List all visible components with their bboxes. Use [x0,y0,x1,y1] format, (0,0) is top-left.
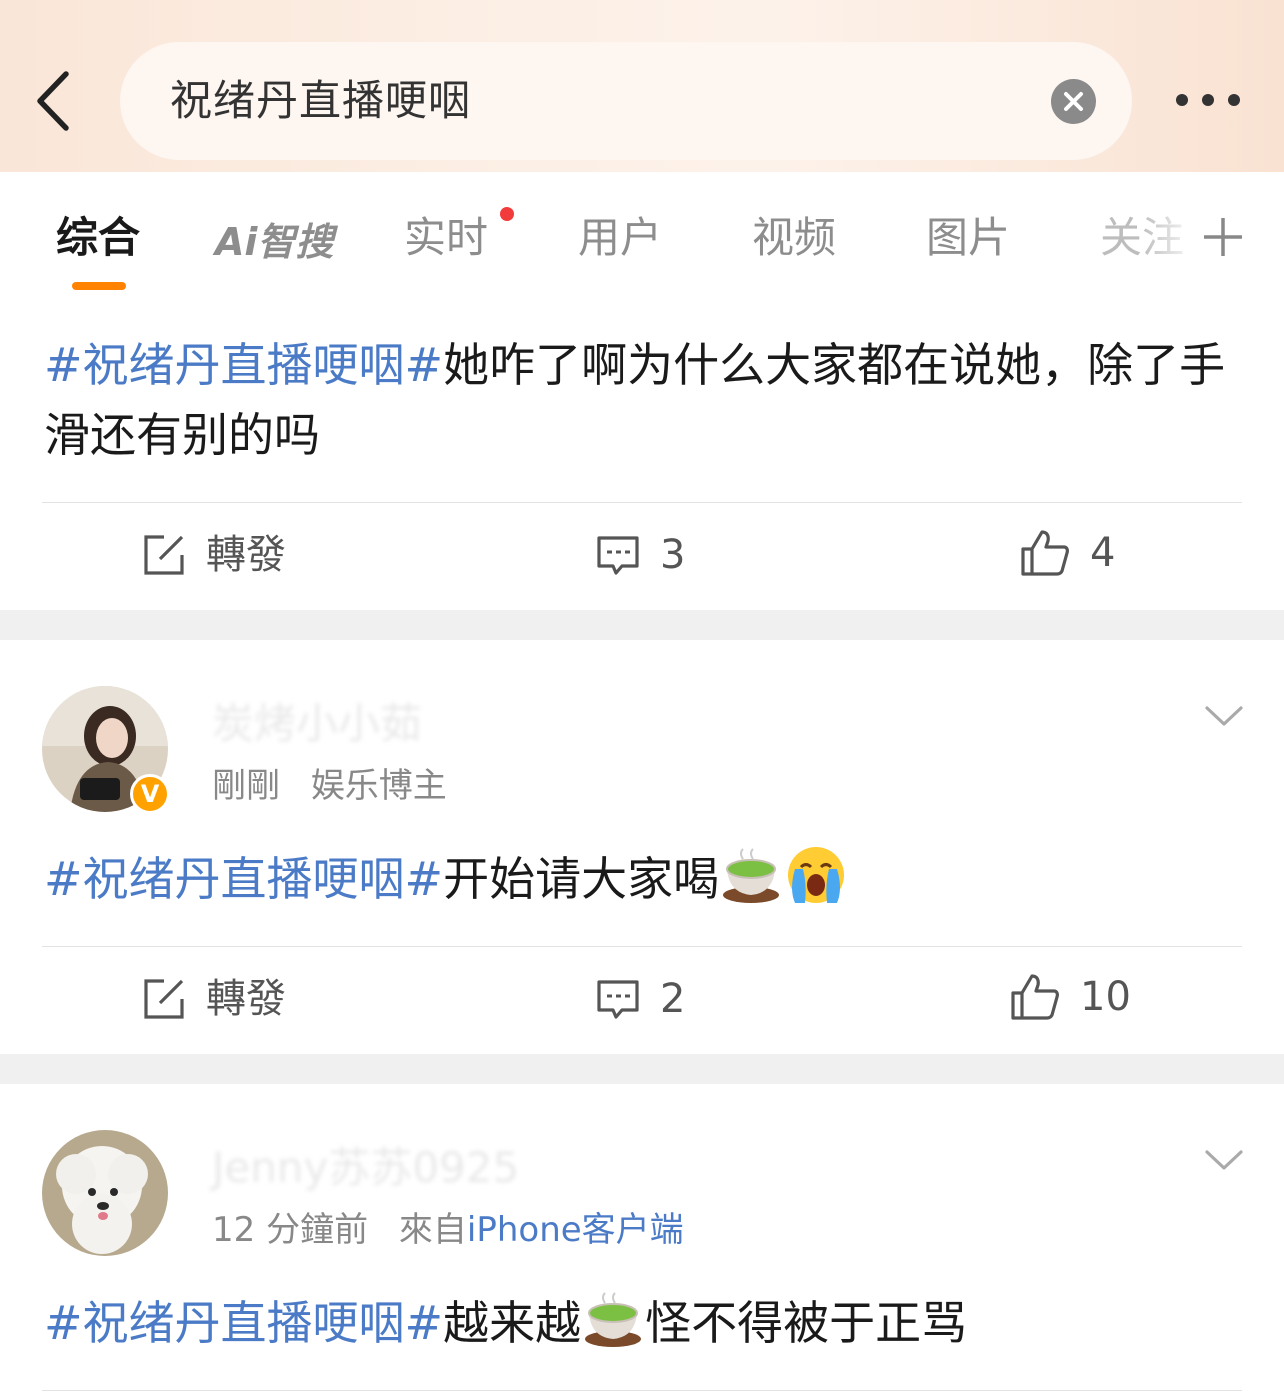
post-meta: 剛剛 娱乐博主 [212,764,447,808]
repost-label: 轉發 [206,532,286,578]
post-3-body-end: 怪不得被于正骂 [645,1296,968,1350]
tea-emoji-icon [723,848,780,903]
chevron-down-icon[interactable] [1204,1148,1244,1172]
hashtag-link[interactable]: #祝绪丹直播哽咽# [44,1296,443,1350]
chevron-down-icon[interactable] [1204,704,1244,728]
like-button[interactable]: 10 [1010,972,1131,1022]
username[interactable]: Jenny苏苏0925 [212,1140,519,1196]
tab-images[interactable]: 图片 [926,210,1010,266]
like-button[interactable]: 4 [1020,528,1115,578]
tab-realtime[interactable]: 实时 [404,210,488,266]
like-count: 4 [1090,530,1116,576]
tab-users[interactable]: 用户 [578,210,662,266]
tab-fade [1140,200,1200,280]
search-query[interactable]: 祝绪丹直播哽咽 [170,73,471,129]
username[interactable]: 炭烤小小茹 [212,696,422,752]
tab-general[interactable]: 综合 [56,210,140,266]
tea-emoji-icon [585,1292,642,1347]
section-separator [0,1054,1284,1084]
repost-icon [144,979,184,1019]
post-3-body-start: 越来越 [443,1296,582,1350]
divider [42,502,1242,503]
post-3-text[interactable]: #祝绪丹直播哽咽#越来越 怪不得被于正骂 [44,1288,1244,1358]
repost-icon [144,535,184,575]
hashtag-link[interactable]: #祝绪丹直播哽咽# [44,338,443,392]
search-input[interactable]: 祝绪丹直播哽咽 [120,42,1132,160]
divider [42,946,1242,947]
repost-label: 轉發 [206,976,286,1022]
comment-icon [597,536,639,575]
avatar[interactable] [42,1130,168,1256]
section-separator [0,610,1284,640]
comment-count: 2 [660,976,686,1022]
tab-ai-search[interactable]: Ai智搜 [215,214,333,270]
thumbs-up-icon [1021,530,1069,576]
more-options-icon[interactable] [1172,88,1244,114]
post-time: 剛剛 [212,766,280,806]
post-meta: 12 分鐘前 來自iPhone客户端 [212,1208,684,1252]
tab-videos[interactable]: 视频 [752,210,836,266]
post-1-text[interactable]: #祝绪丹直播哽咽#她咋了啊为什么大家都在说她，除了手滑还有别的吗 [44,330,1244,470]
hashtag-link[interactable]: #祝绪丹直播哽咽# [44,852,443,906]
repost-button[interactable]: 轉發 [142,530,286,580]
post-2-body: 开始请大家喝 [443,852,720,906]
comment-icon [597,980,639,1019]
back-arrow-icon[interactable] [30,68,78,134]
comment-button[interactable]: 3 [596,530,685,580]
crying-emoji-icon [788,847,845,903]
source-link[interactable]: iPhone客户端 [467,1210,684,1250]
active-tab-indicator [72,282,126,290]
user-tag: 娱乐博主 [310,766,447,806]
thumbs-up-icon [1011,974,1059,1020]
comment-button[interactable]: 2 [596,974,685,1024]
verified-badge-icon: V [130,774,170,814]
post-time: 12 分鐘前 [212,1210,369,1250]
top-bar: 祝绪丹直播哽咽 [0,0,1284,172]
post-2-text[interactable]: #祝绪丹直播哽咽#开始请大家喝 [44,844,1244,914]
source-prefix: 來自 [398,1210,467,1250]
tab-bar: 综合 Ai智搜 实时 用户 视频 图片 关注 [0,172,1284,300]
divider [42,1390,1242,1391]
new-content-dot [500,207,514,221]
comment-count: 3 [660,532,686,578]
clear-icon[interactable] [1051,79,1096,124]
like-count: 10 [1080,974,1131,1020]
add-tab-icon[interactable] [1202,216,1244,258]
repost-button[interactable]: 轉發 [142,974,286,1024]
